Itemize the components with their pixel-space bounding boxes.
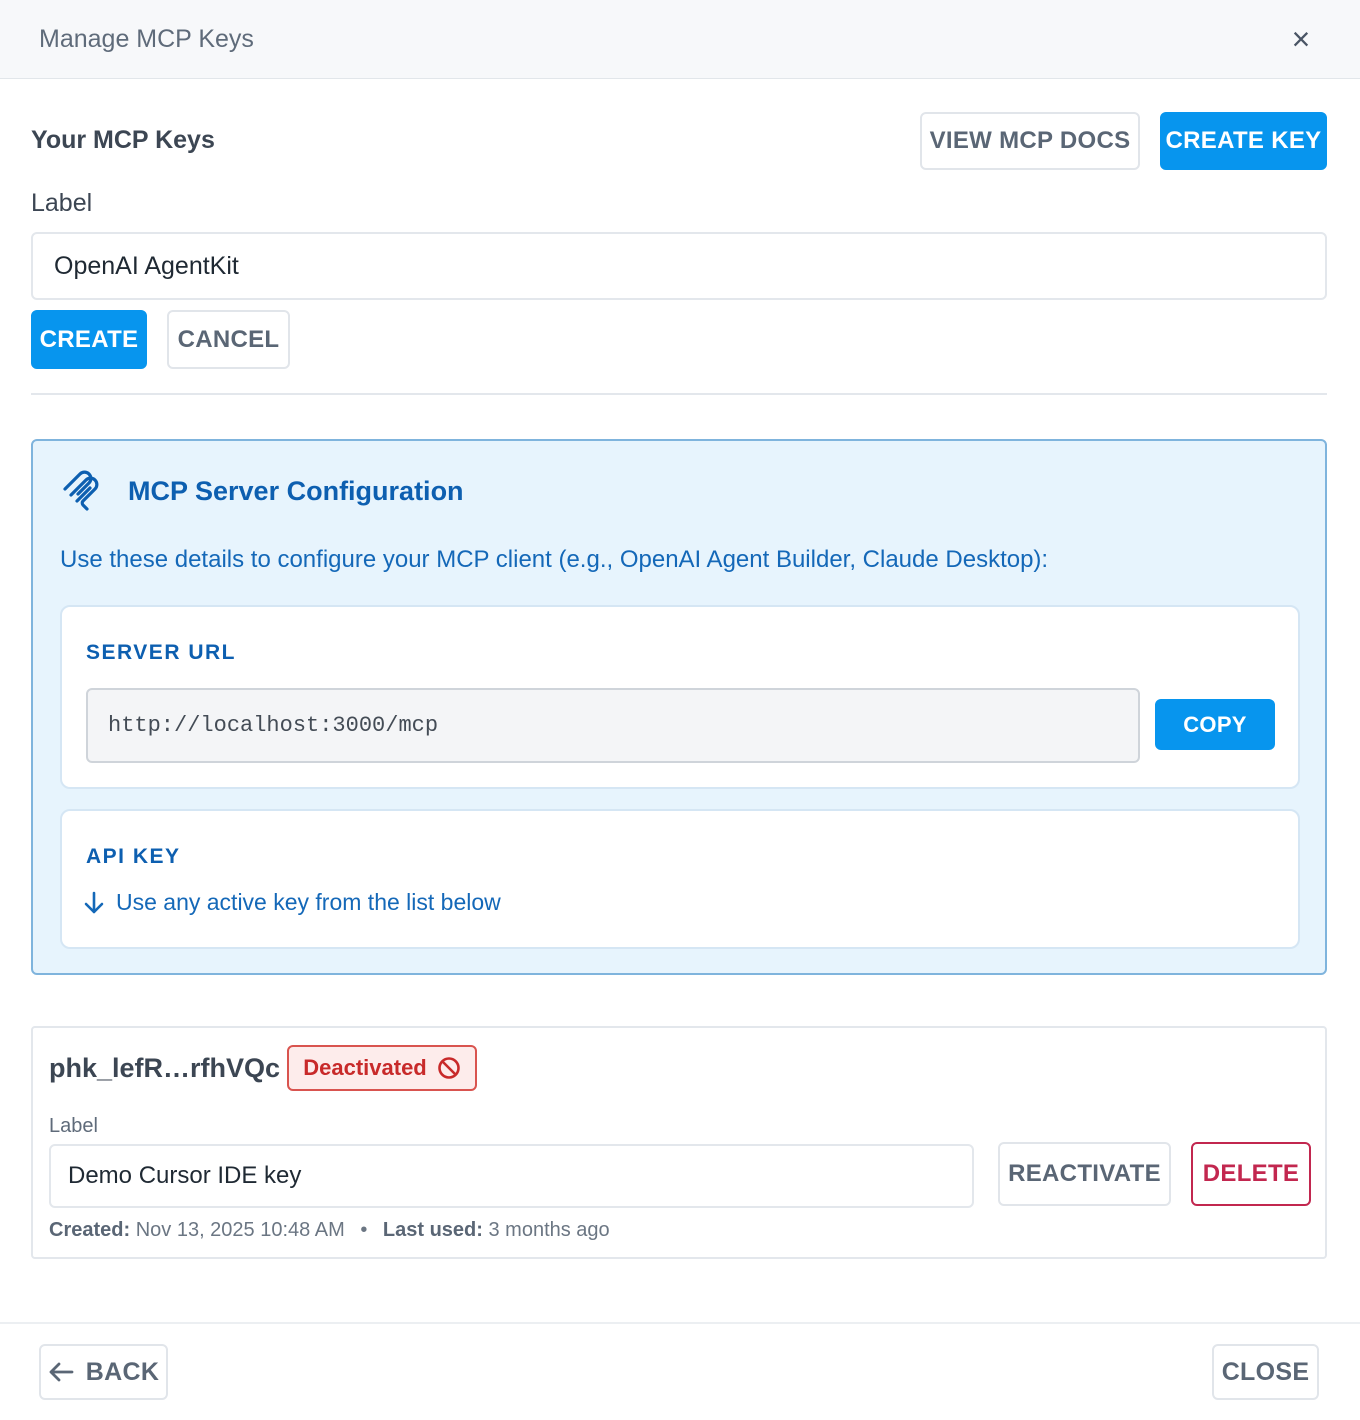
api-key-hint: Use any active key from the list below [84, 889, 501, 916]
modal-footer [0, 1322, 1360, 1420]
mcp-server-configuration-panel: MCP Server Configuration Use these detai… [31, 439, 1327, 975]
meta-separator: • [360, 1219, 368, 1241]
key-row: phk_lefR…rfhVQc Deactivated Label Demo C… [31, 1026, 1327, 1259]
status-badge: Deactivated [287, 1045, 477, 1091]
delete-button[interactable]: DELETE [1191, 1142, 1311, 1206]
server-url-field[interactable]: http://localhost:3000/mcp [86, 688, 1140, 763]
arrow-left-icon [49, 1362, 74, 1382]
api-key-hint-text: Use any active key from the list below [116, 889, 501, 915]
divider [31, 393, 1327, 395]
section-title: Your MCP Keys [31, 126, 215, 154]
created-value: Nov 13, 2025 10:48 AM [135, 1219, 345, 1241]
new-key-label-caption: Label [31, 189, 93, 217]
prohibited-icon [437, 1057, 460, 1079]
modal-title: Manage MCP Keys [39, 25, 254, 53]
config-title: MCP Server Configuration [128, 476, 464, 506]
server-url-label: SERVER URL [86, 641, 236, 664]
close-button[interactable]: CLOSE [1212, 1344, 1319, 1400]
status-badge-text: Deactivated [303, 1055, 427, 1080]
copy-button[interactable]: COPY [1155, 699, 1275, 750]
mcp-logo-icon [63, 470, 99, 511]
close-icon[interactable]: × [1286, 22, 1316, 58]
back-label: BACK [85, 1357, 160, 1386]
key-label-input[interactable]: Demo Cursor IDE key [49, 1144, 974, 1208]
created-caption: Created: [49, 1219, 131, 1241]
reactivate-button[interactable]: REACTIVATE [998, 1142, 1171, 1206]
key-label-caption: Label [49, 1115, 98, 1137]
manage-mcp-keys-modal: Manage MCP Keys × Your MCP Keys VIEW MCP… [0, 0, 1360, 1420]
api-key-label: API KEY [86, 845, 181, 868]
cancel-button[interactable]: CANCEL [167, 310, 290, 369]
server-url-card: SERVER URL http://localhost:3000/mcp COP… [60, 605, 1300, 789]
last-used-caption: Last used: [382, 1219, 483, 1241]
create-key-button[interactable]: CREATE KEY [1160, 112, 1327, 170]
view-mcp-docs-button[interactable]: VIEW MCP DOCS [920, 112, 1140, 170]
modal-header: Manage MCP Keys × [0, 0, 1360, 79]
back-button[interactable]: BACK [39, 1344, 168, 1400]
arrow-down-icon [84, 891, 104, 913]
key-meta: Created: Nov 13, 2025 10:48 AM • Last us… [49, 1219, 610, 1242]
create-button[interactable]: CREATE [31, 310, 147, 369]
config-description: Use these details to configure your MCP … [60, 546, 1049, 573]
key-id: phk_lefR…rfhVQc [49, 1053, 281, 1083]
new-key-label-input[interactable]: OpenAI AgentKit [31, 232, 1327, 300]
api-key-card: API KEY Use any active key from the list… [60, 809, 1300, 949]
last-used-value: 3 months ago [488, 1219, 610, 1241]
